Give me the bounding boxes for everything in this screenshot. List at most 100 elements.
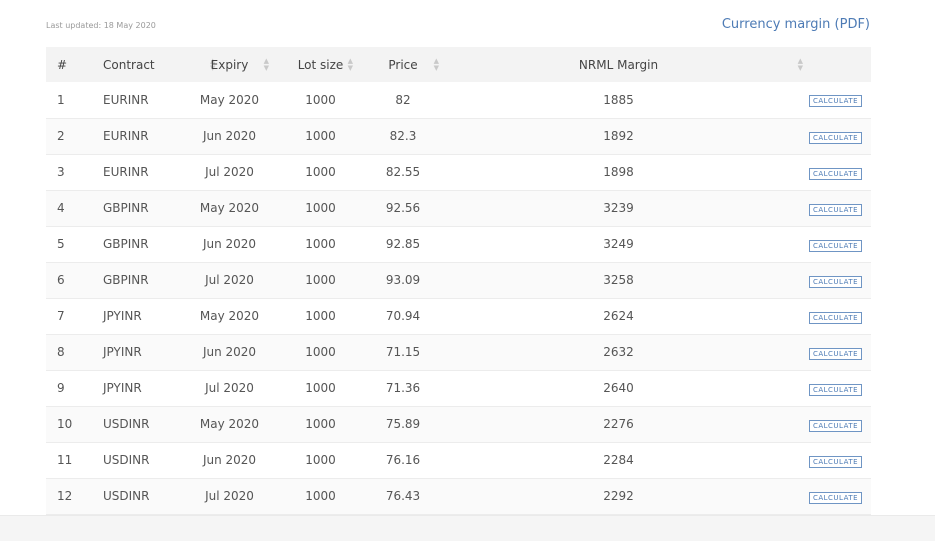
header-label: Expiry [210, 57, 249, 72]
expiry-cell: May 2020 [199, 309, 260, 323]
nrml-margin-cell: 3258 [603, 273, 634, 287]
row-number: 12 [57, 489, 73, 503]
table-row: 4 GBPINR May 2020 1000 92.56 3239 CALCUL… [46, 190, 871, 226]
calculate-button[interactable]: CALCULATE [808, 311, 863, 324]
table-row: 9 JPYINR Jul 2020 1000 71.36 2640 CALCUL… [46, 370, 871, 406]
action-cell: CALCULATE [800, 82, 871, 118]
contract-cell: USDINR [103, 417, 150, 431]
contract-cell: EURINR [103, 129, 149, 143]
price-cell: 82.55 [385, 165, 421, 179]
action-cell: CALCULATE [800, 478, 871, 514]
nrml-margin-cell: 1898 [603, 165, 634, 179]
sort-icon: ▲ ▼ [347, 56, 353, 72]
price-cell: 71.36 [385, 381, 421, 395]
table-row: 6 GBPINR Jul 2020 1000 93.09 3258 CALCUL… [46, 262, 871, 298]
contract-cell: USDINR [103, 489, 150, 503]
contract-cell: JPYINR [103, 345, 142, 359]
expiry-cell: Jul 2020 [205, 165, 254, 179]
row-number: 4 [57, 201, 65, 215]
expiry-cell: May 2020 [199, 417, 260, 431]
nrml-margin-cell: 1885 [603, 92, 634, 107]
expiry-cell: Jul 2020 [205, 381, 254, 395]
header-label: Contract [103, 57, 155, 72]
nrml-margin-cell: 1892 [603, 129, 634, 143]
lot-size-cell: 1000 [305, 273, 336, 287]
price-cell: 92.85 [385, 237, 421, 251]
table-row: 12 USDINR Jul 2020 1000 76.43 2292 CALCU… [46, 478, 871, 514]
header-label: # [57, 57, 68, 72]
calculate-button[interactable]: CALCULATE [808, 131, 863, 144]
calculate-button[interactable]: CALCULATE [808, 455, 863, 468]
sort-icon: ▲ ▼ [263, 56, 269, 72]
contract-cell: EURINR [103, 92, 149, 107]
row-number: 11 [57, 453, 73, 467]
column-header-nrml-margin[interactable]: NRML Margin ▲ ▼ [437, 47, 803, 82]
expiry-cell: Jul 2020 [205, 273, 254, 287]
calculate-button[interactable]: CALCULATE [808, 95, 863, 108]
header-label: Price [388, 57, 418, 72]
lot-size-cell: 1000 [305, 165, 336, 179]
table-row: 7 JPYINR May 2020 1000 70.94 2624 CALCUL… [46, 298, 871, 334]
calculate-button[interactable]: CALCULATE [808, 419, 863, 432]
nrml-margin-cell: 2276 [603, 417, 634, 431]
price-cell: 93.09 [385, 273, 421, 287]
expiry-cell: Jul 2020 [205, 489, 254, 503]
page-footer-band [0, 515, 935, 541]
table-row: 5 GBPINR Jun 2020 1000 92.85 3249 CALCUL… [46, 226, 871, 262]
calculate-button[interactable]: CALCULATE [808, 203, 863, 216]
contract-cell: EURINR [103, 165, 149, 179]
table-row: 2 EURINR Jun 2020 1000 82.3 1892 CALCULA… [46, 118, 871, 154]
column-header-expiry[interactable]: Expiry ▲ ▼ [187, 47, 272, 82]
row-number: 7 [57, 309, 65, 323]
lot-size-cell: 1000 [305, 92, 336, 107]
lot-size-cell: 1000 [305, 201, 336, 215]
calculate-button[interactable]: CALCULATE [808, 239, 863, 252]
table-row: 1 EURINR May 2020 1000 82 1885 CALCULATE [46, 82, 871, 118]
action-cell: CALCULATE [800, 406, 871, 442]
header-label: NRML Margin [578, 57, 659, 72]
row-number: 10 [57, 417, 73, 431]
lot-size-cell: 1000 [305, 453, 336, 467]
table-header: # Contract ▲ ▼ Expiry ▲ ▼ Lot size ▲ ▼ Price ▲ ▼… [46, 47, 871, 82]
calculate-button[interactable]: CALCULATE [808, 347, 863, 360]
action-cell: CALCULATE [800, 190, 871, 226]
price-cell: 76.16 [385, 453, 421, 467]
calculate-button[interactable]: CALCULATE [808, 275, 863, 288]
expiry-cell: Jun 2020 [202, 345, 257, 359]
action-cell: CALCULATE [800, 334, 871, 370]
column-header-price[interactable]: Price ▲ ▼ [369, 47, 439, 82]
price-cell: 71.15 [385, 345, 421, 359]
price-cell: 82 [395, 92, 411, 107]
column-header-action [800, 47, 871, 82]
price-cell: 70.94 [385, 309, 421, 323]
currency-margin-pdf-link[interactable]: Currency margin (PDF) [722, 17, 870, 32]
expiry-cell: May 2020 [199, 92, 260, 107]
nrml-margin-cell: 2284 [603, 453, 634, 467]
lot-size-cell: 1000 [305, 381, 336, 395]
expiry-cell: May 2020 [199, 201, 260, 215]
calculate-button[interactable]: CALCULATE [808, 491, 863, 504]
expiry-cell: Jun 2020 [202, 129, 257, 143]
action-cell: CALCULATE [800, 298, 871, 334]
column-header-lot-size[interactable]: Lot size ▲ ▼ [272, 47, 369, 82]
contract-cell: GBPINR [103, 201, 149, 215]
action-cell: CALCULATE [800, 118, 871, 154]
calculate-button[interactable]: CALCULATE [808, 167, 863, 180]
action-cell: CALCULATE [800, 154, 871, 190]
action-cell: CALCULATE [800, 442, 871, 478]
nrml-margin-cell: 3239 [603, 201, 634, 215]
lot-size-cell: 1000 [305, 309, 336, 323]
expiry-cell: Jun 2020 [202, 453, 257, 467]
contract-cell: JPYINR [103, 309, 142, 323]
column-header-contract[interactable]: Contract ▲ ▼ [92, 47, 215, 82]
lot-size-cell: 1000 [305, 237, 336, 251]
nrml-margin-cell: 2292 [603, 489, 634, 503]
row-number: 9 [57, 381, 65, 395]
column-header-number: # [46, 47, 92, 82]
nrml-margin-cell: 2632 [603, 345, 634, 359]
lot-size-cell: 1000 [305, 489, 336, 503]
calculate-button[interactable]: CALCULATE [808, 383, 863, 396]
lot-size-cell: 1000 [305, 129, 336, 143]
nrml-margin-cell: 2624 [603, 309, 634, 323]
action-cell: CALCULATE [800, 262, 871, 298]
